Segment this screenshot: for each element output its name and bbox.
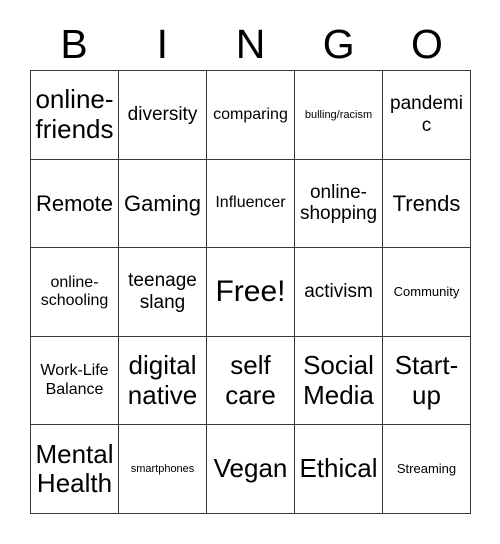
bingo-header-letter-i: I xyxy=(156,21,168,67)
bingo-cell-label: pandemic xyxy=(390,93,463,136)
bingo-cell[interactable]: comparing xyxy=(207,71,295,160)
bingo-cell-label: Gaming xyxy=(123,190,202,216)
bingo-cell-label: Streaming xyxy=(396,460,457,476)
bingo-cell[interactable]: digital native xyxy=(119,336,207,426)
bingo-cell-label: Start-up xyxy=(394,349,459,410)
bingo-cell-label: self care xyxy=(225,349,276,410)
bingo-cell-label: Trends xyxy=(392,190,461,216)
bingo-cell-label: Community xyxy=(393,283,460,299)
bingo-cell[interactable]: Trends xyxy=(383,159,471,249)
bingo-cell[interactable]: Social Media xyxy=(295,336,383,426)
bingo-header-letter-b: B xyxy=(60,21,88,67)
bingo-cell[interactable]: Work-Life Balance xyxy=(31,336,119,426)
bingo-cell[interactable]: online-schooling xyxy=(31,248,119,337)
bingo-cell-label: teenage slang xyxy=(128,270,197,313)
bingo-cell[interactable]: activism xyxy=(295,248,383,337)
bingo-cell-label: online-friends xyxy=(35,84,114,144)
bingo-cell[interactable]: Mental Health xyxy=(31,425,119,514)
bingo-cell[interactable]: Remote xyxy=(31,159,119,249)
bingo-cell-label: Ethical xyxy=(299,453,378,484)
bingo-cell[interactable]: Ethical xyxy=(295,425,383,514)
bingo-cell-label: Work-Life Balance xyxy=(40,362,109,398)
bingo-header-letter-n: N xyxy=(235,21,266,67)
bingo-cell-label: Remote xyxy=(35,190,114,216)
bingo-cell-label: digital native xyxy=(127,349,198,410)
bingo-header-letter-o: O xyxy=(410,21,443,67)
bingo-card: B I N G O online-friends diversity compa… xyxy=(0,0,500,544)
bingo-cell[interactable]: online-shopping xyxy=(295,159,383,249)
bingo-cell[interactable]: Influencer xyxy=(207,159,295,249)
bingo-cell[interactable]: bulling/racism xyxy=(295,71,383,160)
bingo-cell-label: comparing xyxy=(213,105,288,123)
bingo-cell-label: Mental Health xyxy=(35,438,114,499)
bingo-grid: online-friends diversity comparing bulli… xyxy=(30,70,471,514)
bingo-cell[interactable]: Streaming xyxy=(383,425,471,514)
bingo-cell[interactable]: online-friends xyxy=(31,71,119,160)
bingo-header-row: B I N G O xyxy=(30,18,471,70)
bingo-cell[interactable]: self care xyxy=(207,336,295,426)
bingo-cell-label: Vegan xyxy=(213,453,288,484)
bingo-cell-free-space[interactable]: Free! xyxy=(207,248,295,337)
bingo-header-letter-g: G xyxy=(322,21,355,67)
bingo-cell-label: online-shopping xyxy=(299,181,378,225)
bingo-cell[interactable]: Community xyxy=(383,248,471,337)
bingo-cell[interactable]: smartphones xyxy=(119,425,207,514)
bingo-cell[interactable]: diversity xyxy=(119,71,207,160)
bingo-cell-label: Social Media xyxy=(303,349,374,410)
bingo-cell-label: activism xyxy=(304,281,373,303)
bingo-cell[interactable]: Gaming xyxy=(119,159,207,249)
bingo-cell[interactable]: Start-up xyxy=(383,336,471,426)
bingo-cell-label: smartphones xyxy=(130,462,195,475)
bingo-cell-label: Free! xyxy=(215,274,286,308)
bingo-cell-label: Influencer xyxy=(215,194,286,212)
bingo-cell-label: diversity xyxy=(127,103,198,125)
bingo-cell-label: online-schooling xyxy=(40,273,109,309)
bingo-cell[interactable]: teenage slang xyxy=(119,248,207,337)
bingo-cell[interactable]: Vegan xyxy=(207,425,295,514)
bingo-cell-label: bulling/racism xyxy=(304,108,373,121)
bingo-cell[interactable]: pandemic xyxy=(383,71,471,160)
